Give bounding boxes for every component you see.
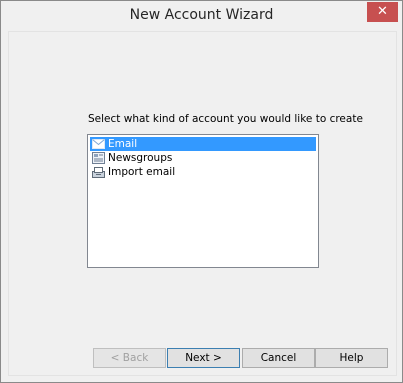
wizard-content: Select what kind of account you would li… <box>8 31 397 376</box>
account-type-list[interactable]: Email Newsgroups Import email <box>87 134 319 268</box>
next-button[interactable]: Next > <box>167 348 240 368</box>
back-button[interactable]: < Back <box>93 348 166 368</box>
help-button[interactable]: Help <box>315 348 388 368</box>
import-icon <box>92 167 105 178</box>
list-item-newsgroups[interactable]: Newsgroups <box>90 151 316 165</box>
newsgroup-icon <box>92 152 105 164</box>
list-item-email[interactable]: Email <box>90 137 316 151</box>
cancel-button[interactable]: Cancel <box>242 348 315 368</box>
list-item-label: Newsgroups <box>108 152 173 164</box>
prompt-label: Select what kind of account you would li… <box>88 113 363 125</box>
mail-icon <box>92 139 105 149</box>
list-item-label: Import email <box>108 166 176 178</box>
title-bar[interactable]: New Account Wizard ✕ <box>1 1 402 31</box>
window-title: New Account Wizard <box>129 7 274 23</box>
list-item-import-email[interactable]: Import email <box>90 165 316 179</box>
wizard-window: New Account Wizard ✕ Select what kind of… <box>0 0 403 383</box>
close-button[interactable]: ✕ <box>367 2 398 22</box>
list-item-label: Email <box>108 138 138 150</box>
close-icon: ✕ <box>377 4 388 19</box>
